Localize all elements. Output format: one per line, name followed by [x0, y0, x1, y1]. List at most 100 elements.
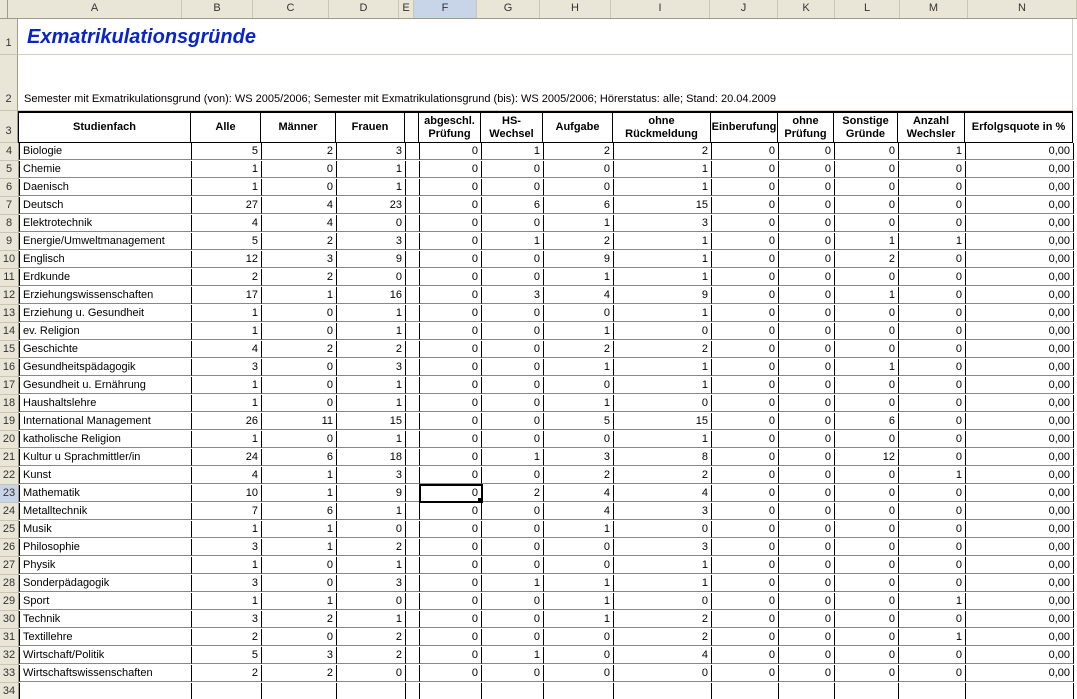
data-cell[interactable]: 0	[337, 593, 406, 610]
data-cell[interactable]: 1	[614, 431, 712, 448]
subject-cell[interactable]: ev. Religion	[19, 323, 192, 340]
data-cell[interactable]: 1	[614, 269, 712, 286]
data-cell[interactable]: 4	[192, 467, 262, 484]
table-header[interactable]: Einberufung	[711, 111, 778, 143]
data-cell[interactable]: 0	[420, 341, 482, 358]
data-cell[interactable]: 3	[614, 503, 712, 520]
data-cell[interactable]: 0	[835, 179, 899, 196]
data-cell[interactable]: 18	[337, 449, 406, 466]
data-cell[interactable]: 1	[192, 593, 262, 610]
data-cell[interactable]: 1	[614, 161, 712, 178]
subject-cell[interactable]: Sonderpädagogik	[19, 575, 192, 592]
data-cell[interactable]: 1	[614, 575, 712, 592]
data-cell[interactable]: 3	[262, 251, 337, 268]
data-cell[interactable]: 0	[779, 341, 835, 358]
row-header-15[interactable]: 15	[0, 341, 19, 359]
data-cell[interactable]: 1	[192, 161, 262, 178]
data-cell[interactable]: 1	[192, 521, 262, 538]
data-cell[interactable]: 0	[779, 557, 835, 574]
subject-cell[interactable]: Erziehungswissenschaften	[19, 287, 192, 304]
data-cell[interactable]: 0	[779, 611, 835, 628]
data-cell[interactable]	[406, 179, 420, 196]
data-cell[interactable]: 0	[420, 377, 482, 394]
data-cell[interactable]: 0	[712, 143, 779, 160]
subject-cell[interactable]: Geschichte	[19, 341, 192, 358]
data-cell[interactable]: 3	[192, 611, 262, 628]
data-cell[interactable]: 0	[899, 197, 966, 214]
data-cell[interactable]: 4	[262, 197, 337, 214]
data-cell[interactable]: 0	[712, 485, 779, 502]
row-header-19[interactable]: 19	[0, 413, 19, 431]
data-cell[interactable]	[406, 431, 420, 448]
data-cell[interactable]: 1	[544, 521, 614, 538]
row-header-27[interactable]: 27	[0, 557, 19, 575]
data-cell[interactable]: 0	[262, 377, 337, 394]
data-cell[interactable]: 0	[482, 413, 544, 430]
data-cell[interactable]: 0	[482, 665, 544, 682]
data-cell[interactable]: 0	[779, 197, 835, 214]
data-cell[interactable]: 0	[544, 431, 614, 448]
data-cell[interactable]: 0	[712, 611, 779, 628]
data-cell[interactable]: 0	[779, 503, 835, 520]
data-cell[interactable]: 4	[192, 215, 262, 232]
data-cell[interactable]: 1	[614, 359, 712, 376]
data-cell[interactable]: 1	[262, 539, 337, 556]
data-cell[interactable]: 0	[835, 629, 899, 646]
data-cell[interactable]: 2	[192, 629, 262, 646]
table-header[interactable]: AnzahlWechsler	[898, 111, 965, 143]
data-cell[interactable]: 9	[614, 287, 712, 304]
table-header[interactable]: Frauen	[336, 111, 405, 143]
col-header-L[interactable]: L	[835, 0, 900, 18]
subject-cell[interactable]: Mathematik	[19, 485, 192, 502]
data-cell[interactable]: 3	[614, 539, 712, 556]
data-cell[interactable]: 0	[779, 629, 835, 646]
row-header-21[interactable]: 21	[0, 449, 19, 467]
data-cell[interactable]	[406, 359, 420, 376]
data-cell[interactable]: 0	[835, 665, 899, 682]
data-cell[interactable]: 0	[712, 197, 779, 214]
col-header-B[interactable]: B	[182, 0, 253, 18]
data-cell[interactable]: 0	[614, 395, 712, 412]
data-cell[interactable]: 0	[337, 521, 406, 538]
data-cell[interactable]: 0	[420, 233, 482, 250]
data-cell[interactable]: 0	[779, 539, 835, 556]
data-cell[interactable]: 0	[835, 485, 899, 502]
data-cell[interactable]: 0	[420, 503, 482, 520]
data-cell[interactable]: 0	[420, 467, 482, 484]
data-cell[interactable]	[406, 305, 420, 322]
data-cell[interactable]: 0	[712, 557, 779, 574]
data-cell[interactable]: 0	[712, 449, 779, 466]
data-cell[interactable]: 0	[712, 305, 779, 322]
data-cell[interactable]: 0	[779, 143, 835, 160]
data-cell[interactable]: 2	[262, 611, 337, 628]
data-cell[interactable]: 0	[779, 233, 835, 250]
row-header-14[interactable]: 14	[0, 323, 19, 341]
data-cell[interactable]: 0	[614, 665, 712, 682]
data-cell[interactable]: 1	[614, 179, 712, 196]
data-cell[interactable]: 1	[262, 521, 337, 538]
data-cell[interactable]: 0	[779, 251, 835, 268]
data-cell[interactable]: 0	[779, 377, 835, 394]
data-cell[interactable]: 2	[544, 467, 614, 484]
data-cell[interactable]: 0	[712, 593, 779, 610]
data-cell[interactable]: 1	[262, 593, 337, 610]
data-cell[interactable]: 1	[337, 305, 406, 322]
data-cell[interactable]: 3	[614, 215, 712, 232]
data-cell[interactable]: 0,00	[966, 521, 1074, 538]
data-cell[interactable]: 0	[712, 359, 779, 376]
data-cell[interactable]: 1	[544, 215, 614, 232]
data-cell[interactable]: 0	[420, 215, 482, 232]
data-cell[interactable]: 0	[899, 179, 966, 196]
data-cell[interactable]: 0	[779, 449, 835, 466]
data-cell[interactable]: 1	[544, 269, 614, 286]
data-cell[interactable]: 1	[614, 251, 712, 268]
row-header-32[interactable]: 32	[0, 647, 19, 665]
data-cell[interactable]: 0	[712, 467, 779, 484]
data-cell[interactable]: 0	[712, 251, 779, 268]
data-cell[interactable]: 6	[544, 197, 614, 214]
subject-cell[interactable]: Deutsch	[19, 197, 192, 214]
row-header-9[interactable]: 9	[0, 233, 19, 251]
subject-cell[interactable]: Gesundheitspädagogik	[19, 359, 192, 376]
data-cell[interactable]: 0	[712, 233, 779, 250]
data-cell[interactable]: 0	[262, 179, 337, 196]
